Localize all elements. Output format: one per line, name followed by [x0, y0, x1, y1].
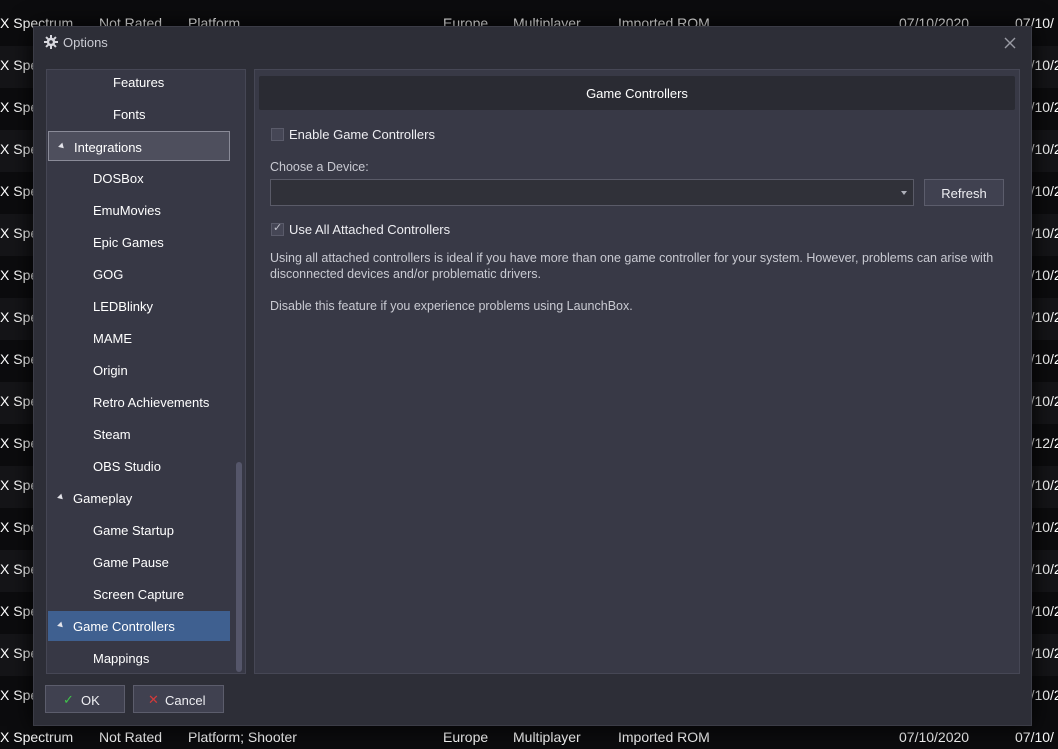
gear-icon — [43, 34, 59, 50]
options-dialog: Options Features Fonts Integrations DOSBox E… — [33, 26, 1032, 726]
sidebar-item-label: Game Startup — [93, 523, 174, 538]
genre-cell: Platform; Shooter — [188, 729, 297, 745]
checkmark-icon: ✓ — [63, 692, 74, 707]
cross-icon: ✕ — [148, 692, 159, 707]
sidebar-item-emumovies[interactable]: EmuMovies — [48, 195, 230, 225]
sidebar-item-game-startup[interactable]: Game Startup — [48, 515, 230, 545]
sidebar-item-screen-capture[interactable]: Screen Capture — [48, 579, 230, 609]
description-text: Using all attached controllers is ideal … — [270, 251, 994, 281]
sidebar-item-label: Fonts — [113, 107, 146, 122]
sidebar-item-game-pause[interactable]: Game Pause — [48, 547, 230, 577]
section-title: Game Controllers — [586, 86, 688, 101]
sidebar-item-fonts[interactable]: Fonts — [48, 99, 230, 129]
cancel-button[interactable]: ✕ Cancel — [133, 685, 224, 713]
sidebar-item-label: GOG — [93, 267, 124, 282]
expand-arrow-icon[interactable] — [58, 142, 66, 151]
sidebar-item-label: Steam — [93, 427, 131, 442]
platform-cell: X Spectrum — [0, 729, 74, 745]
choose-device-label: Choose a Device: — [270, 160, 369, 174]
sidebar-item-origin[interactable]: Origin — [48, 355, 230, 385]
section-header: Game Controllers — [259, 76, 1015, 110]
use-all-controllers-label[interactable]: Use All Attached Controllers — [289, 222, 450, 237]
sidebar-item-label: Game Pause — [93, 555, 169, 570]
cancel-button-label: Cancel — [165, 693, 206, 708]
sidebar-item-features[interactable]: Features — [48, 70, 230, 97]
chevron-down-icon — [901, 191, 907, 195]
dialog-title: Options — [63, 35, 108, 50]
checkmark-icon: ✓ — [273, 222, 283, 234]
sidebar-item-label: Gameplay — [73, 491, 133, 506]
date-modified-cell: 07/10/ — [1015, 729, 1054, 745]
refresh-button[interactable]: Refresh — [924, 179, 1004, 206]
ok-button-label: OK — [81, 693, 100, 708]
enable-game-controllers-label[interactable]: Enable Game Controllers — [289, 127, 435, 142]
sidebar-item-label: Integrations — [74, 140, 142, 155]
refresh-button-label: Refresh — [941, 186, 987, 201]
sidebar-item-mappings[interactable]: Mappings — [48, 643, 230, 673]
ok-button[interactable]: ✓ OK — [45, 685, 125, 713]
sidebar-item-label: LEDBlinky — [93, 299, 153, 314]
sidebar-item-epic-games[interactable]: Epic Games — [48, 227, 230, 257]
rating-cell: Not Rated — [99, 729, 163, 745]
play-mode-cell: Multiplayer — [513, 729, 581, 745]
sidebar-item-steam[interactable]: Steam — [48, 419, 230, 449]
sidebar-item-label: EmuMovies — [93, 203, 161, 218]
sidebar-item-mame[interactable]: MAME — [48, 323, 230, 353]
sidebar-item-label: Features — [113, 75, 165, 90]
sidebar-item-retro-achievements[interactable]: Retro Achievements — [48, 387, 230, 417]
device-dropdown[interactable] — [270, 179, 914, 206]
sidebar-item-dosbox[interactable]: DOSBox — [48, 163, 230, 193]
sidebar-item-label: Origin — [93, 363, 128, 378]
sidebar-item-obs-studio[interactable]: OBS Studio — [48, 451, 230, 481]
expand-arrow-icon[interactable] — [57, 621, 65, 630]
close-icon[interactable] — [1000, 33, 1020, 53]
enable-game-controllers-checkbox[interactable] — [271, 128, 284, 141]
sidebar-item-label: MAME — [93, 331, 132, 346]
expand-arrow-icon[interactable] — [57, 493, 65, 502]
sidebar-item-label: Epic Games — [93, 235, 164, 250]
options-sidebar: Features Fonts Integrations DOSBox EmuMovies… — [46, 69, 246, 674]
sidebar-item-ledblinky[interactable]: LEDBlinky — [48, 291, 230, 321]
sidebar-item-label: Screen Capture — [93, 587, 185, 602]
sidebar-item-label: DOSBox — [93, 171, 144, 186]
title-bar[interactable]: Options — [34, 27, 1031, 61]
sidebar-item-gog[interactable]: GOG — [48, 259, 230, 289]
region-cell: Europe — [443, 729, 489, 745]
date-added-cell: 07/10/2020 — [899, 729, 970, 745]
use-all-controllers-checkbox[interactable]: ✓ — [271, 222, 284, 236]
sidebar-scrollbar-thumb[interactable] — [236, 462, 242, 672]
sidebar-item-label: Retro Achievements — [93, 395, 210, 410]
source-cell: Imported ROM — [618, 729, 710, 745]
sidebar-item-game-controllers[interactable]: Game Controllers — [48, 611, 230, 641]
warning-text: Disable this feature if you experience p… — [270, 299, 633, 313]
game-controllers-panel: Game Controllers Enable Game Controllers… — [254, 69, 1020, 674]
sidebar-item-label: Game Controllers — [73, 619, 175, 634]
sidebar-item-label: Mappings — [93, 651, 150, 666]
sidebar-item-integrations[interactable]: Integrations — [48, 131, 230, 161]
sidebar-item-label: OBS Studio — [93, 459, 161, 474]
sidebar-item-gameplay[interactable]: Gameplay — [48, 483, 230, 513]
